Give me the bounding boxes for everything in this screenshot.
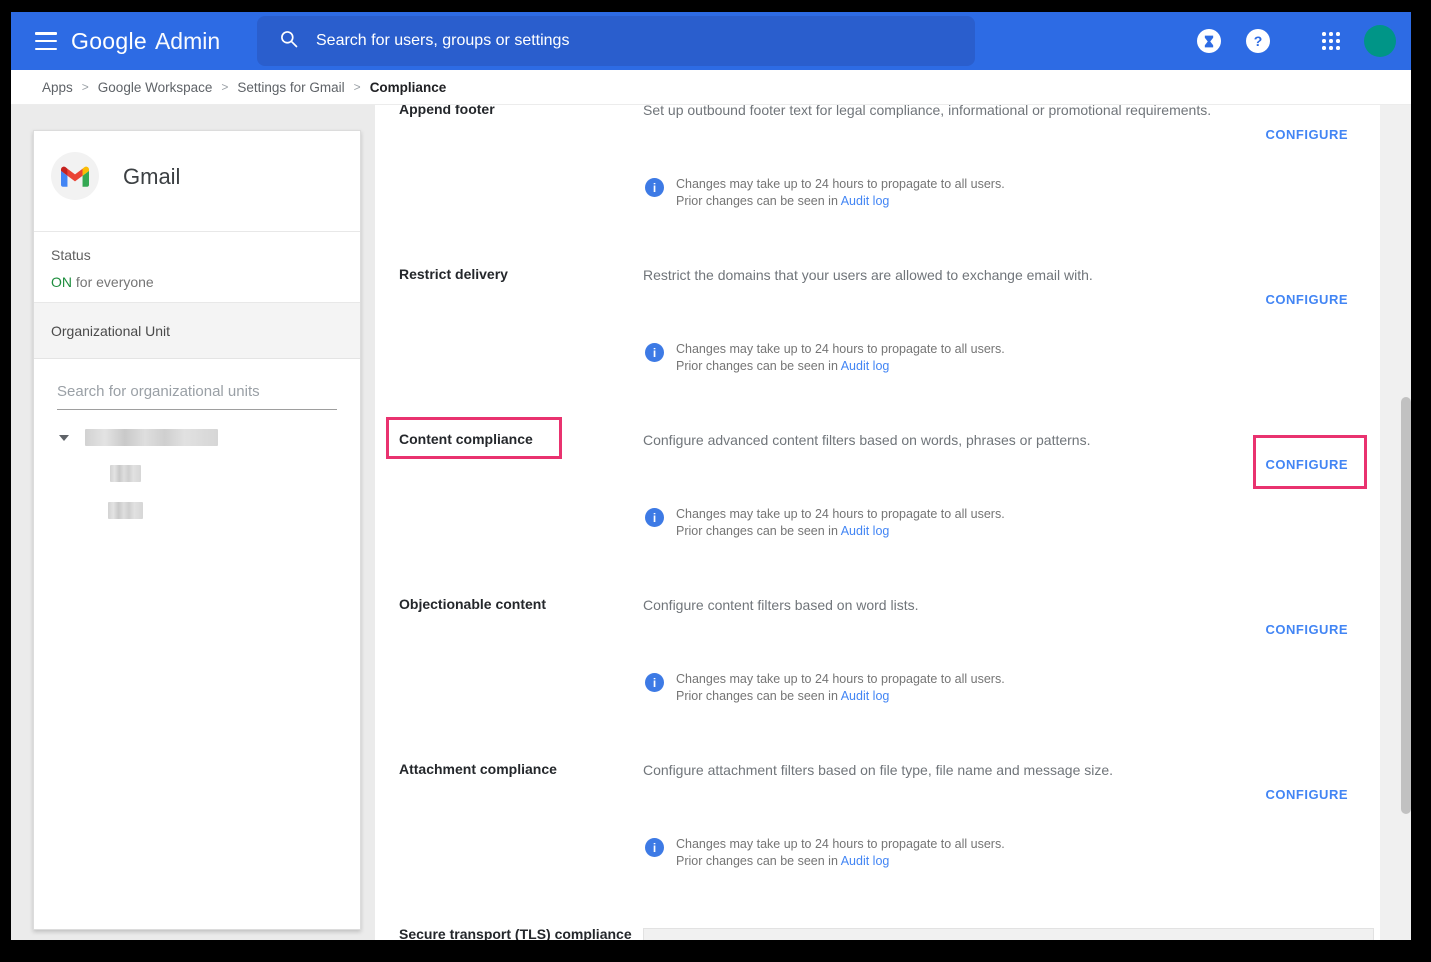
admin-console-window: Google Admin Search for users, groups or…: [11, 12, 1411, 940]
screen-frame: Google Admin Search for users, groups or…: [0, 0, 1431, 962]
service-title: Gmail: [123, 164, 180, 190]
setting-row-objectionable-content: Objectionable content Configure content …: [375, 596, 1380, 761]
info-icon: [645, 838, 664, 857]
note-line1: Changes may take up to 24 hours to propa…: [676, 671, 1005, 688]
status-value: ON for everyone: [51, 274, 343, 290]
configure-button[interactable]: CONFIGURE: [1266, 127, 1349, 142]
propagation-note: Changes may take up to 24 hours to propa…: [645, 671, 1005, 705]
audit-log-link[interactable]: Audit log: [841, 524, 890, 538]
search-placeholder: Search for users, groups or settings: [316, 32, 569, 50]
propagation-note: Changes may take up to 24 hours to propa…: [645, 341, 1005, 375]
setting-label: Objectionable content: [399, 596, 546, 612]
breadcrumb-settings-for-gmail[interactable]: Settings for Gmail: [237, 80, 344, 95]
org-unit-header: Organizational Unit: [34, 303, 360, 359]
setting-description: Configure attachment filters based on fi…: [643, 762, 1113, 778]
setting-row-content-compliance: Content compliance Configure advanced co…: [375, 431, 1380, 596]
info-icon: [645, 178, 664, 197]
status-on-badge: ON: [51, 274, 72, 290]
brand-admin: Admin: [155, 28, 220, 55]
breadcrumb-apps[interactable]: Apps: [42, 80, 73, 95]
status-suffix: for everyone: [72, 274, 154, 290]
brand-google: Google: [71, 28, 147, 55]
breadcrumb: Apps > Google Workspace > Settings for G…: [11, 70, 1411, 105]
note-line2: Prior changes can be seen in: [676, 194, 838, 208]
setting-label: Secure transport (TLS) compliance: [399, 926, 632, 940]
setting-label: Attachment compliance: [399, 761, 557, 777]
org-unit-tree: [59, 429, 360, 519]
setting-label: Append footer: [399, 105, 495, 117]
configure-button[interactable]: CONFIGURE: [1266, 787, 1349, 802]
propagation-note: Changes may take up to 24 hours to propa…: [645, 836, 1005, 870]
breadcrumb-separator: >: [221, 80, 228, 94]
breadcrumb-separator: >: [354, 80, 361, 94]
gmail-logo-icon: [51, 152, 99, 200]
audit-log-link[interactable]: Audit log: [841, 854, 890, 868]
org-unit-card: Gmail Status ON for everyone Organizatio…: [33, 130, 361, 930]
setting-row-restrict-delivery: Restrict delivery Restrict the domains t…: [375, 266, 1380, 431]
setting-label: Restrict delivery: [399, 266, 508, 282]
org-unit-child-redacted[interactable]: [110, 465, 141, 482]
status-label: Status: [51, 247, 343, 263]
setting-label: Content compliance: [399, 431, 533, 447]
setting-description: Restrict the domains that your users are…: [643, 267, 1093, 283]
page-body: Gmail Status ON for everyone Organizatio…: [11, 105, 1411, 940]
tasks-hourglass-icon[interactable]: [1197, 29, 1221, 53]
note-line2: Prior changes can be seen in: [676, 359, 838, 373]
setting-row-attachment-compliance: Attachment compliance Configure attachme…: [375, 761, 1380, 926]
org-unit-child-redacted[interactable]: [108, 502, 143, 519]
breadcrumb-current: Compliance: [370, 80, 447, 95]
scrollbar-thumb[interactable]: [1401, 397, 1411, 814]
setting-description: Set up outbound footer text for legal co…: [643, 105, 1211, 118]
app-brand: Google Admin: [71, 12, 220, 70]
account-avatar[interactable]: [1364, 25, 1396, 57]
setting-content-placeholder: [643, 928, 1374, 940]
gmail-card-header: Gmail: [34, 131, 360, 232]
service-status-section: Status ON for everyone: [34, 232, 360, 303]
setting-description: Configure content filters based on word …: [643, 597, 918, 613]
hamburger-menu-icon[interactable]: [35, 32, 57, 50]
note-line1: Changes may take up to 24 hours to propa…: [676, 341, 1005, 358]
configure-button[interactable]: CONFIGURE: [1266, 292, 1349, 307]
apps-grid-icon[interactable]: [1322, 32, 1340, 50]
note-line2: Prior changes can be seen in: [676, 689, 838, 703]
chevron-down-icon[interactable]: [59, 435, 69, 441]
info-icon: [645, 673, 664, 692]
audit-log-link[interactable]: Audit log: [841, 194, 890, 208]
note-line2: Prior changes can be seen in: [676, 854, 838, 868]
top-app-bar: Google Admin Search for users, groups or…: [11, 12, 1411, 70]
breadcrumb-google-workspace[interactable]: Google Workspace: [98, 80, 213, 95]
propagation-note: Changes may take up to 24 hours to propa…: [645, 176, 1005, 210]
note-line1: Changes may take up to 24 hours to propa…: [676, 506, 1005, 523]
scrollbar-track[interactable]: [1380, 105, 1411, 940]
configure-button[interactable]: CONFIGURE: [1266, 457, 1349, 472]
propagation-note: Changes may take up to 24 hours to propa…: [645, 506, 1005, 540]
info-icon: [645, 508, 664, 527]
note-line1: Changes may take up to 24 hours to propa…: [676, 836, 1005, 853]
setting-row-tls-compliance: Secure transport (TLS) compliance: [375, 926, 1380, 940]
note-line2: Prior changes can be seen in: [676, 524, 838, 538]
audit-log-link[interactable]: Audit log: [841, 689, 890, 703]
setting-row-append-footer: Append footer Set up outbound footer tex…: [375, 105, 1380, 266]
help-icon[interactable]: [1246, 29, 1270, 53]
search-icon: [279, 29, 299, 54]
org-unit-search-placeholder: Search for organizational units: [57, 383, 260, 400]
org-unit-root-name-redacted: [85, 429, 218, 446]
org-unit-root-item[interactable]: [59, 429, 360, 446]
configure-button[interactable]: CONFIGURE: [1266, 622, 1349, 637]
org-unit-search-input[interactable]: Search for organizational units: [57, 383, 337, 410]
audit-log-link[interactable]: Audit log: [841, 359, 890, 373]
breadcrumb-separator: >: [82, 80, 89, 94]
global-search-input[interactable]: Search for users, groups or settings: [257, 16, 975, 66]
info-icon: [645, 343, 664, 362]
settings-list: Append footer Set up outbound footer tex…: [375, 105, 1380, 940]
note-line1: Changes may take up to 24 hours to propa…: [676, 176, 1005, 193]
left-panel: Gmail Status ON for everyone Organizatio…: [11, 105, 375, 940]
setting-description: Configure advanced content filters based…: [643, 432, 1090, 448]
